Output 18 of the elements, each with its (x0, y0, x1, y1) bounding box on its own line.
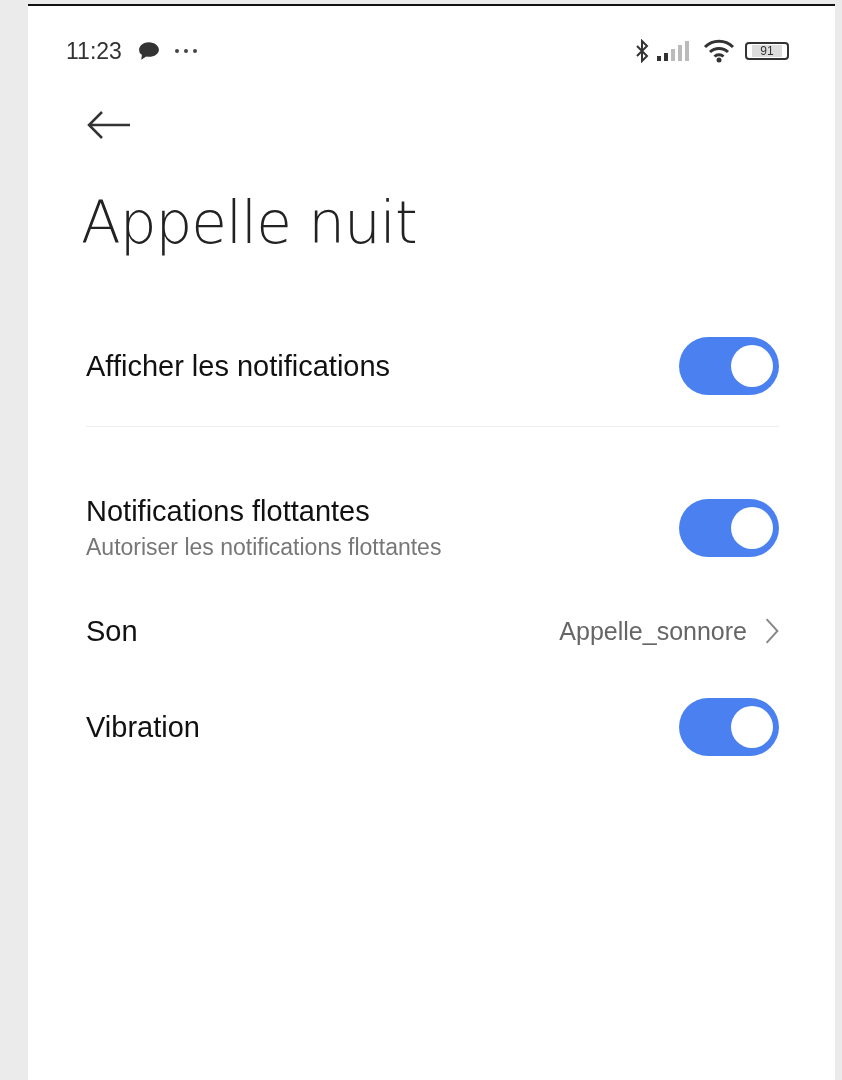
bluetooth-icon (635, 39, 649, 63)
setting-label: Son (86, 614, 139, 648)
setting-label: Afficher les notifications (86, 349, 392, 383)
setting-value[interactable]: Appelle_sonnore (559, 616, 747, 646)
setting-label: Vibration (86, 710, 201, 744)
chat-bubble-icon (137, 41, 160, 61)
wifi-icon (703, 39, 735, 63)
back-arrow-icon[interactable] (86, 110, 132, 140)
more-dots-icon (173, 48, 198, 54)
toggle-switch[interactable] (679, 337, 779, 395)
setting-description: Autoriser les notifications flottantes (86, 534, 443, 561)
toggle-switch[interactable] (679, 698, 779, 756)
chevron-right-icon[interactable] (765, 618, 779, 644)
setting-label: Notifications flottantes (86, 495, 371, 528)
toggle-switch[interactable] (679, 499, 779, 557)
page-title: Appelle nuit (81, 188, 418, 258)
clock-time: 11:23 (66, 37, 122, 65)
battery-level: 91 (752, 45, 782, 57)
